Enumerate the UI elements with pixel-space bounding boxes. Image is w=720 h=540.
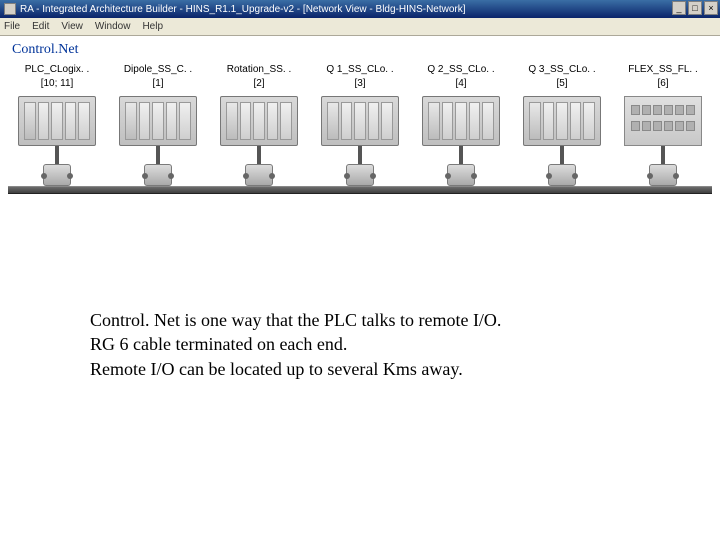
controllogix-rack-icon: [523, 96, 601, 146]
minimize-button[interactable]: _: [672, 1, 686, 15]
network-node-6[interactable]: FLEX_SS_FL. . [6]: [618, 64, 708, 186]
controllogix-rack-icon: [422, 96, 500, 146]
network-tap-icon: [548, 164, 576, 186]
caption-line: Control. Net is one way that the PLC tal…: [90, 308, 720, 332]
node-address: [2]: [214, 78, 304, 92]
node-address: [5]: [517, 78, 607, 92]
drop-cable: [448, 146, 474, 186]
caption-line: Remote I/O can be located up to several …: [90, 357, 720, 381]
network-view: Control.Net PLC_CLogix. . [10; 11] Dipol…: [0, 36, 720, 198]
network-name: Control.Net: [12, 42, 712, 58]
node-address: [3]: [315, 78, 405, 92]
window-buttons: _ □ ×: [672, 1, 718, 15]
controllogix-rack-icon: [18, 96, 96, 146]
flex-io-icon: [624, 96, 702, 146]
network-tap-icon: [43, 164, 71, 186]
app-icon: [4, 3, 16, 15]
window-title: RA - Integrated Architecture Builder - H…: [20, 4, 466, 15]
drop-cable: [347, 146, 373, 186]
network-node-2[interactable]: Rotation_SS. . [2]: [214, 64, 304, 186]
slide-caption: Control. Net is one way that the PLC tal…: [90, 308, 720, 381]
menu-help[interactable]: Help: [142, 21, 163, 32]
node-label: FLEX_SS_FL. .: [618, 64, 708, 78]
network-node-5[interactable]: Q 3_SS_CLo. . [5]: [517, 64, 607, 186]
maximize-button[interactable]: □: [688, 1, 702, 15]
network-tap-icon: [346, 164, 374, 186]
node-address: [10; 11]: [12, 78, 102, 92]
drop-cable: [145, 146, 171, 186]
menu-window[interactable]: Window: [95, 21, 131, 32]
network-tap-icon: [144, 164, 172, 186]
menu-file[interactable]: File: [4, 21, 20, 32]
node-label: Q 2_SS_CLo. .: [416, 64, 506, 78]
network-node-3[interactable]: Q 1_SS_CLo. . [3]: [315, 64, 405, 186]
network-trunk-cable: [8, 186, 712, 194]
network-node-0[interactable]: PLC_CLogix. . [10; 11]: [12, 64, 102, 186]
drop-cable: [246, 146, 272, 186]
window-titlebar: RA - Integrated Architecture Builder - H…: [0, 0, 720, 18]
network-node-1[interactable]: Dipole_SS_C. . [1]: [113, 64, 203, 186]
drop-cable: [549, 146, 575, 186]
node-address: [6]: [618, 78, 708, 92]
controllogix-rack-icon: [220, 96, 298, 146]
network-tap-icon: [447, 164, 475, 186]
node-label: Dipole_SS_C. .: [113, 64, 203, 78]
node-label: Q 3_SS_CLo. .: [517, 64, 607, 78]
menu-bar: File Edit View Window Help: [0, 18, 720, 36]
network-node-4[interactable]: Q 2_SS_CLo. . [4]: [416, 64, 506, 186]
node-label: Q 1_SS_CLo. .: [315, 64, 405, 78]
controllogix-rack-icon: [119, 96, 197, 146]
nodes-row: PLC_CLogix. . [10; 11] Dipole_SS_C. . [1…: [8, 64, 712, 186]
network-tap-icon: [649, 164, 677, 186]
menu-view[interactable]: View: [61, 21, 83, 32]
close-button[interactable]: ×: [704, 1, 718, 15]
node-address: [1]: [113, 78, 203, 92]
node-label: Rotation_SS. .: [214, 64, 304, 78]
menu-edit[interactable]: Edit: [32, 21, 49, 32]
node-label: PLC_CLogix. .: [12, 64, 102, 78]
drop-cable: [44, 146, 70, 186]
controllogix-rack-icon: [321, 96, 399, 146]
node-address: [4]: [416, 78, 506, 92]
caption-line: RG 6 cable terminated on each end.: [90, 332, 720, 356]
network-tap-icon: [245, 164, 273, 186]
drop-cable: [650, 146, 676, 186]
